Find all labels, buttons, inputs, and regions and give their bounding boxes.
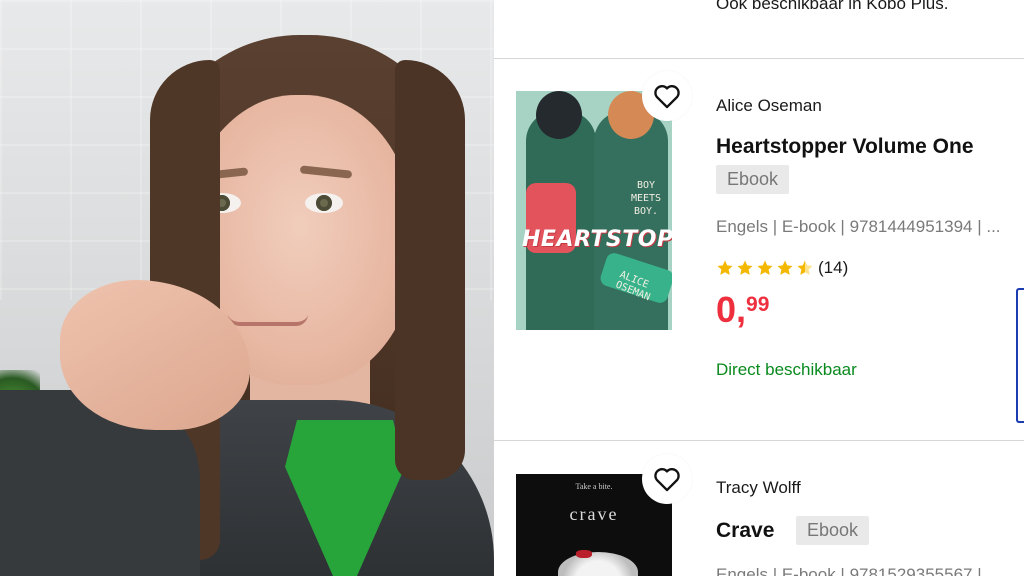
book-cover[interactable]: BOY MEETS BOY. HEARTSTOPPER ALICE OSEMAN [516, 91, 672, 330]
product-meta: Engels | E-book | 9781529355567 | ... [716, 565, 1001, 576]
cover-subtitle: BOY MEETS BOY. [630, 180, 662, 217]
product-title[interactable]: Heartstopper Volume One [716, 135, 974, 159]
mouth [228, 314, 308, 326]
product-card-crave[interactable]: Take a bite. crave Tracy Wolff Crave Ebo… [494, 441, 1024, 576]
product-card-heartstopper[interactable]: BOY MEETS BOY. HEARTSTOPPER ALICE OSEMAN… [494, 59, 1024, 440]
star-icon [777, 260, 793, 275]
format-badge: Ebook [796, 516, 870, 545]
half-star-icon [797, 260, 813, 275]
availability-status: Direct beschikbaar [716, 360, 857, 379]
author-link[interactable]: Alice Oseman [716, 96, 822, 116]
price: 0,99 [716, 292, 769, 328]
cover-blood-drop [576, 550, 592, 558]
heart-outline-icon [654, 85, 680, 109]
author-link[interactable]: Tracy Wolff [716, 478, 801, 498]
format-badge: Ebook [716, 165, 790, 194]
product-meta: Engels | E-book | 9781444951394 | ... [716, 217, 1001, 236]
cover-title: HEARTSTOPPER [522, 227, 672, 252]
add-to-cart-button-edge[interactable] [1016, 288, 1024, 423]
price-cents: 99 [746, 293, 770, 316]
cover-flower [558, 552, 638, 576]
rating: (14) [716, 258, 848, 278]
product-list: Ook beschikbaar in Kobo Plus. BOY MEETS … [494, 0, 1024, 576]
kobo-plus-note: Ook beschikbaar in Kobo Plus. [716, 0, 949, 13]
star-icon [737, 260, 753, 275]
star-icon [757, 260, 773, 275]
profile-photo [0, 0, 494, 576]
heart-outline-icon [654, 468, 680, 492]
cover-head-left [536, 91, 582, 139]
hair-strand-right [395, 60, 465, 480]
product-title[interactable]: Crave [716, 519, 774, 543]
rating-count: (14) [818, 258, 849, 277]
star-icon [717, 260, 733, 275]
cover-title: crave [569, 504, 619, 524]
wishlist-button[interactable] [642, 454, 692, 504]
wishlist-button[interactable] [642, 71, 692, 121]
right-eye [305, 193, 343, 213]
price-euros: 0, [716, 289, 747, 330]
